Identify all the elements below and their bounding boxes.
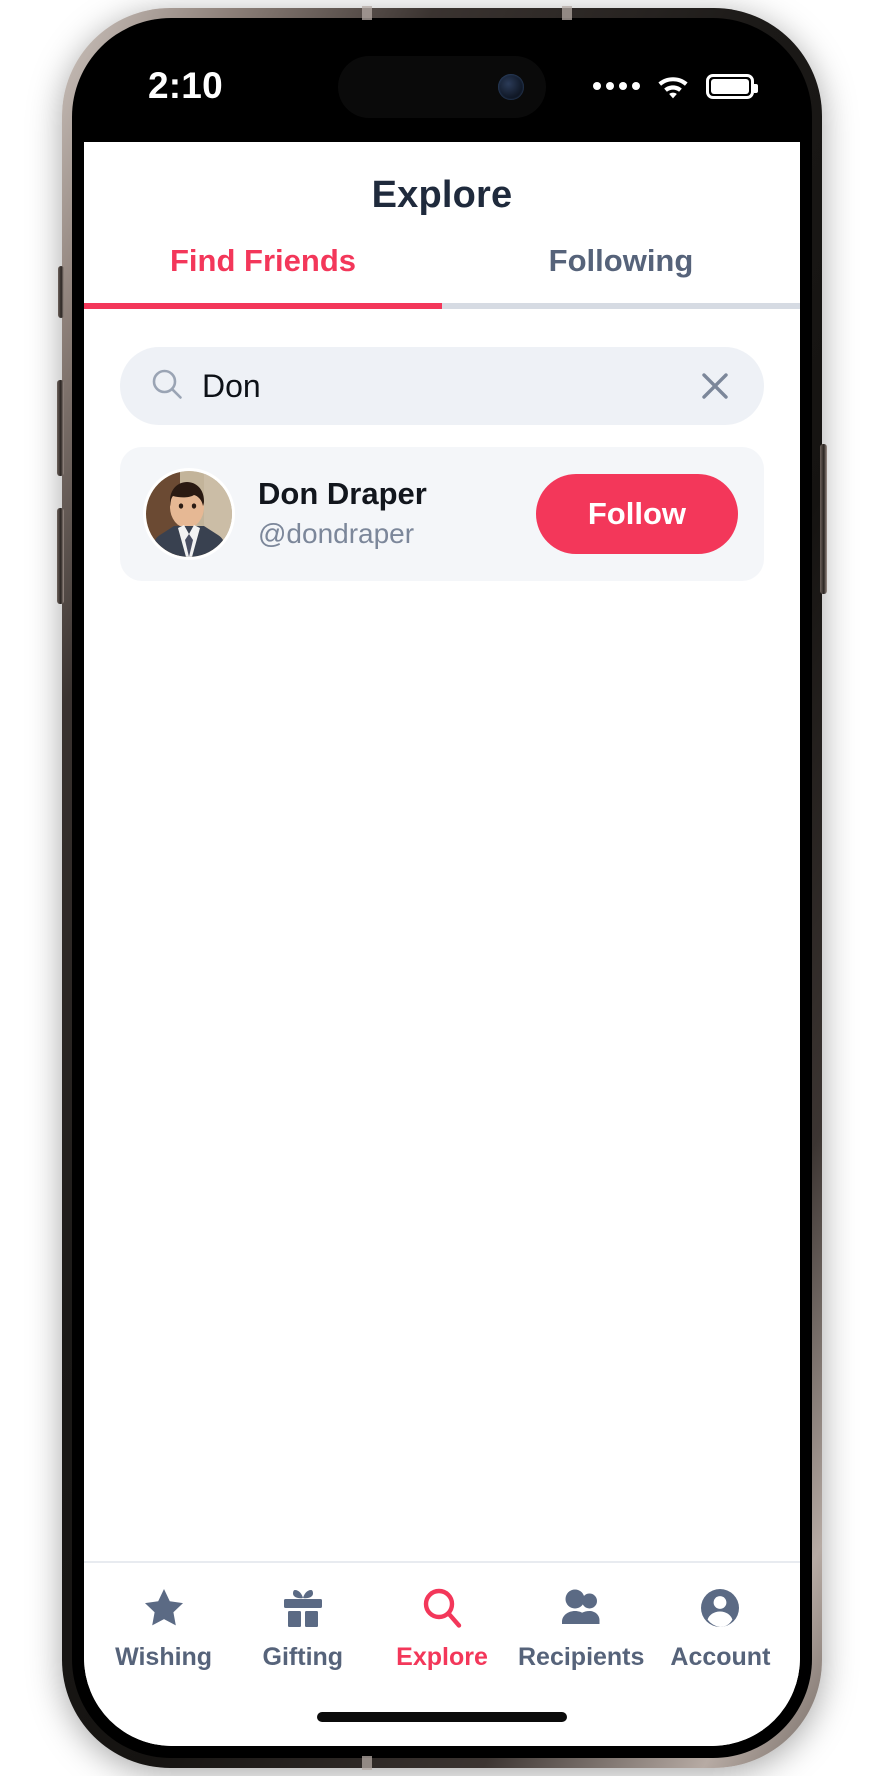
bottom-navigation: Wishing Gifting Explore Recipients Accou… [84,1561,800,1688]
tab-following[interactable]: Following [442,243,800,303]
search-icon [150,367,184,406]
wifi-icon [656,73,690,99]
user-handle: @dondraper [258,518,415,550]
nav-label-wishing: Wishing [115,1643,213,1671]
nav-label-account: Account [670,1643,771,1671]
dynamic-island [338,56,546,118]
clear-search-button[interactable] [692,363,738,409]
search-icon [419,1585,465,1631]
status-bar: 2:10 [84,30,800,142]
status-bar-indicators [593,73,758,99]
power-button[interactable] [820,444,827,594]
antenna-band [362,1756,372,1770]
app-content: Explore Find Friends Following Don Don D… [84,142,800,1746]
silent-switch[interactable] [58,266,64,318]
home-indicator-area [84,1688,800,1746]
phone-screen: 2:10 Explore Find Friends Following Don … [84,30,800,1746]
user-meta: Don Draper @dondraper [258,475,510,552]
search-input[interactable] [202,367,674,405]
signal-dots-icon [593,82,640,90]
antenna-band [362,6,372,20]
follow-button[interactable]: Follow [535,474,738,554]
segment-tabs: Find Friends Following [84,243,800,303]
phone-bezel: 2:10 Explore Find Friends Following Don … [72,18,812,1758]
avatar [146,471,232,557]
antenna-band [562,6,572,20]
status-bar-time: 2:10 [148,65,223,106]
home-indicator[interactable] [317,1712,567,1722]
nav-label-gifting: Gifting [262,1643,344,1671]
user-name: Don Draper [258,476,427,512]
gift-icon [280,1585,326,1631]
nav-item-explore[interactable]: Explore [372,1585,511,1672]
search-results-list: Don Draper @dondraper Follow [84,425,800,1561]
search-section [84,309,800,425]
search-bar[interactable] [120,347,764,425]
list-item[interactable]: Don Draper @dondraper Follow [120,447,764,581]
nav-item-wishing[interactable]: Wishing [94,1585,233,1672]
phone-frame: 2:10 Explore Find Friends Following Don … [57,6,827,1770]
nav-item-gifting[interactable]: Gifting [233,1585,372,1672]
screenshot-canvas: 2:10 Explore Find Friends Following Don … [0,0,884,1776]
page-title: Explore [371,174,513,216]
nav-item-recipients[interactable]: Recipients [512,1585,651,1672]
nav-label-explore: Explore [396,1643,488,1671]
volume-up-button[interactable] [57,380,64,476]
front-camera-icon [498,74,524,100]
tab-find-friends[interactable]: Find Friends [84,243,442,303]
people-icon [558,1585,604,1631]
star-icon [141,1585,187,1631]
volume-down-button[interactable] [57,508,64,604]
nav-item-account[interactable]: Account [651,1585,790,1672]
close-icon [702,373,728,399]
nav-label-recipients: Recipients [517,1643,645,1671]
account-icon [697,1585,743,1631]
battery-icon [706,73,758,99]
